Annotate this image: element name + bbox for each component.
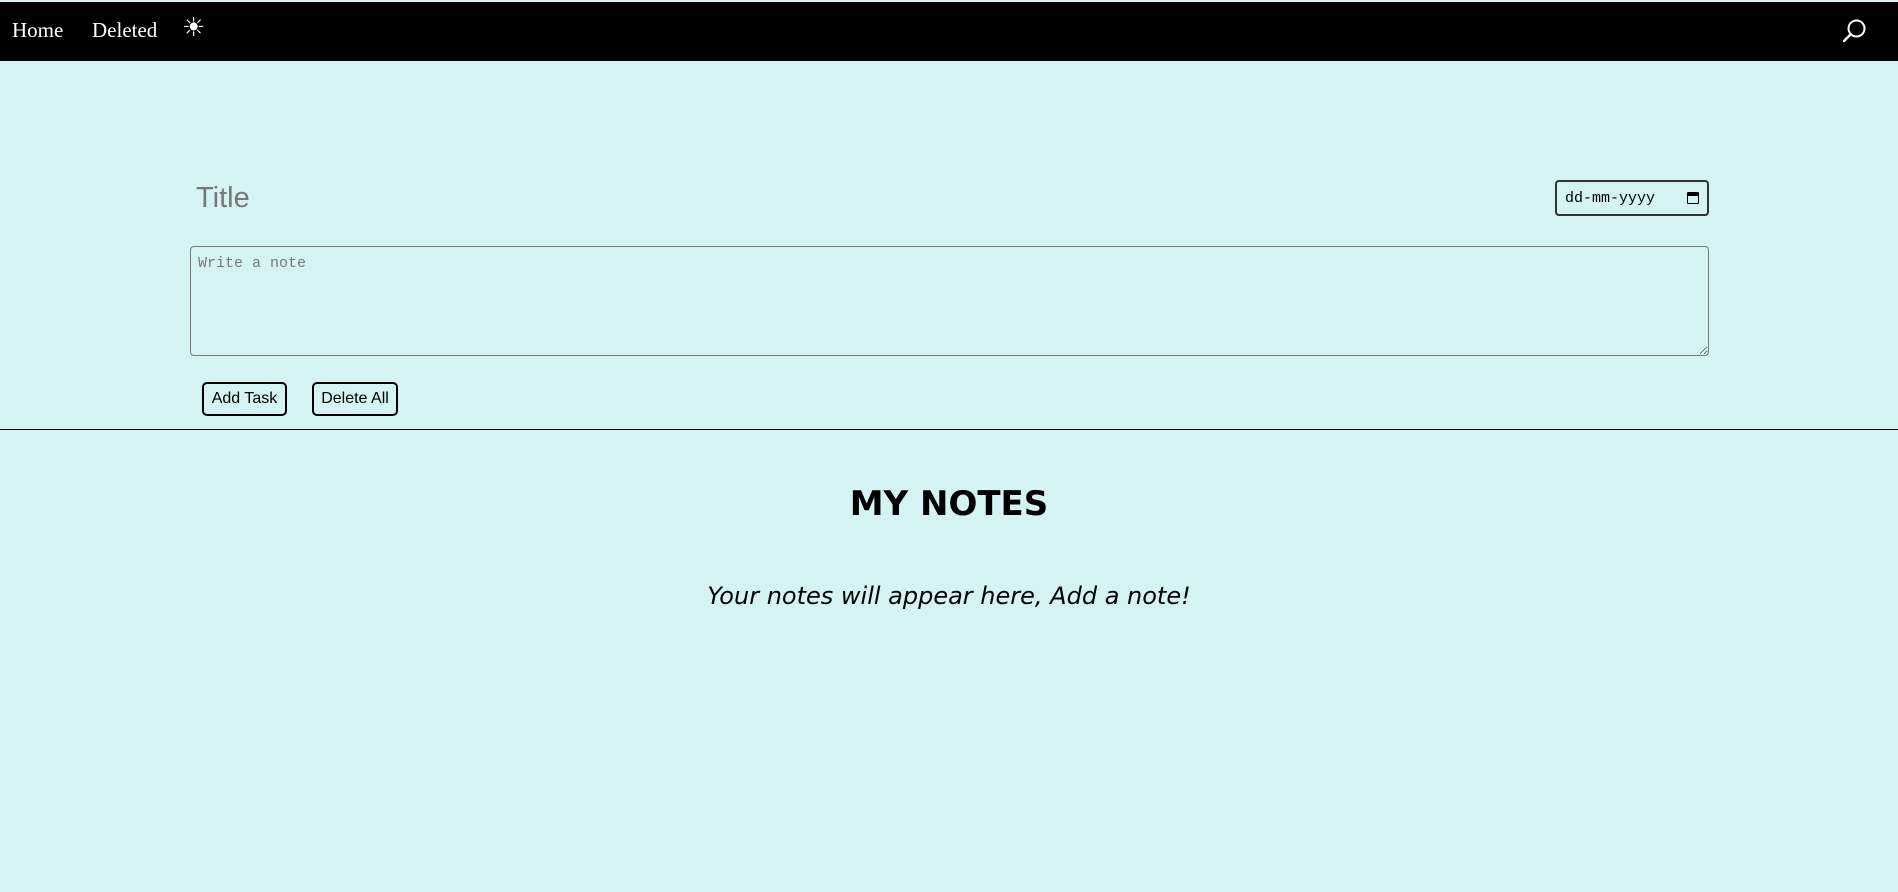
note-textarea[interactable]: [190, 246, 1709, 356]
date-input[interactable]: dd-mm-yyyy: [1555, 180, 1709, 216]
nav-home-link[interactable]: Home: [12, 18, 63, 43]
date-input-text: dd-mm-yyyy: [1565, 189, 1656, 207]
nav-deleted-link[interactable]: Deleted: [92, 18, 157, 43]
top-navbar: Home Deleted ☀: [0, 2, 1898, 61]
section-divider: [0, 429, 1898, 430]
sun-icon[interactable]: ☀: [182, 15, 205, 41]
delete-all-button[interactable]: Delete All: [312, 382, 398, 416]
title-input[interactable]: [190, 173, 1102, 223]
notes-heading: MY NOTES: [849, 484, 1049, 524]
search-icon[interactable]: [1842, 18, 1868, 44]
empty-notes-message: Your notes will appear here, Add a note!: [707, 582, 1191, 610]
add-task-button[interactable]: Add Task: [202, 382, 287, 416]
search-icon-graphic: [1842, 19, 1866, 43]
calendar-icon[interactable]: [1687, 192, 1699, 204]
